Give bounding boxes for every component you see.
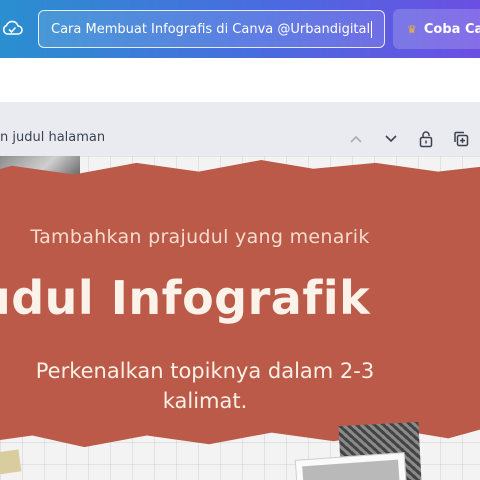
body-line-2: kalimat. [162, 389, 248, 413]
page-title-input[interactable]: n judul halaman [0, 130, 105, 145]
cloud-check-icon[interactable] [0, 14, 24, 42]
body-text[interactable]: Perkenalkan topiknya dalam 2-3 kalimat. [0, 356, 420, 416]
lock-icon[interactable] [415, 128, 437, 150]
subtitle-text[interactable]: Tambahkan prajudul yang menarik [0, 226, 400, 248]
tape-decoration[interactable] [0, 449, 22, 475]
design-canvas[interactable]: Tambahkan prajudul yang menarik udul Inf… [0, 156, 480, 480]
body-line-1: Perkenalkan topiknya dalam 2-3 [35, 359, 375, 383]
headline-text[interactable]: udul Infografik [0, 271, 478, 325]
duplicate-icon[interactable] [450, 128, 472, 150]
crown-icon: ♛ [407, 22, 417, 36]
try-pro-button[interactable]: ♛ Coba Ca [393, 9, 480, 49]
chevron-up-icon[interactable] [345, 128, 367, 150]
polaroid-image [302, 459, 401, 480]
toolbar-strip [0, 58, 480, 102]
design-title-text: Cara Membuat Infografis di Canva @Urband… [51, 21, 371, 37]
polaroid-frame[interactable] [294, 452, 408, 480]
design-title-input[interactable]: Cara Membuat Infografis di Canva @Urband… [38, 10, 385, 48]
text-cursor [371, 20, 372, 38]
page-header: n judul halaman [0, 124, 480, 154]
top-bar: Cara Membuat Infografis di Canva @Urband… [0, 0, 480, 58]
chevron-down-icon[interactable] [380, 128, 402, 150]
try-pro-label: Coba Ca [423, 21, 480, 37]
